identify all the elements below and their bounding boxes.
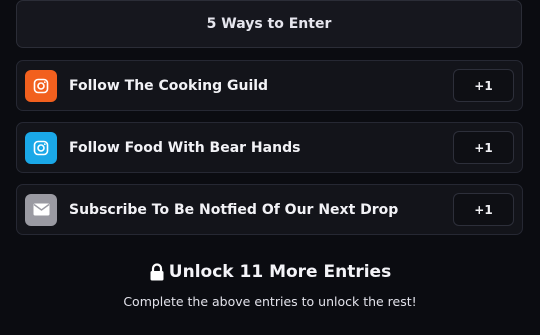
lock-icon — [149, 263, 165, 281]
instagram-icon — [25, 69, 57, 102]
entry-points-button[interactable]: +1 — [453, 193, 514, 226]
ways-to-enter-title: 5 Ways to Enter — [206, 16, 332, 32]
envelope-icon — [25, 193, 57, 226]
ways-to-enter-header: 5 Ways to Enter — [16, 0, 522, 48]
entry-points-button[interactable]: +1 — [453, 69, 514, 102]
instagram-icon — [25, 131, 57, 164]
entry-row-subscribe-next-drop[interactable]: Subscribe To Be Notfied Of Our Next Drop… — [16, 184, 523, 235]
entry-label: Follow The Cooking Guild — [69, 77, 269, 94]
entry-label: Follow Food With Bear Hands — [69, 139, 301, 156]
entry-points-button[interactable]: +1 — [453, 131, 514, 164]
unlock-heading: Unlock 11 More Entries — [0, 262, 540, 282]
unlock-title: Unlock 11 More Entries — [168, 262, 392, 282]
entry-label: Subscribe To Be Notfied Of Our Next Drop — [69, 201, 399, 218]
entry-row-follow-cooking-guild[interactable]: Follow The Cooking Guild +1 — [16, 60, 523, 111]
entry-row-follow-food-with-bear-hands[interactable]: Follow Food With Bear Hands +1 — [16, 122, 523, 173]
entry-widget: 5 Ways to Enter Follow The Cooking Guild… — [0, 0, 540, 335]
unlock-subtitle: Complete the above entries to unlock the… — [123, 294, 417, 309]
